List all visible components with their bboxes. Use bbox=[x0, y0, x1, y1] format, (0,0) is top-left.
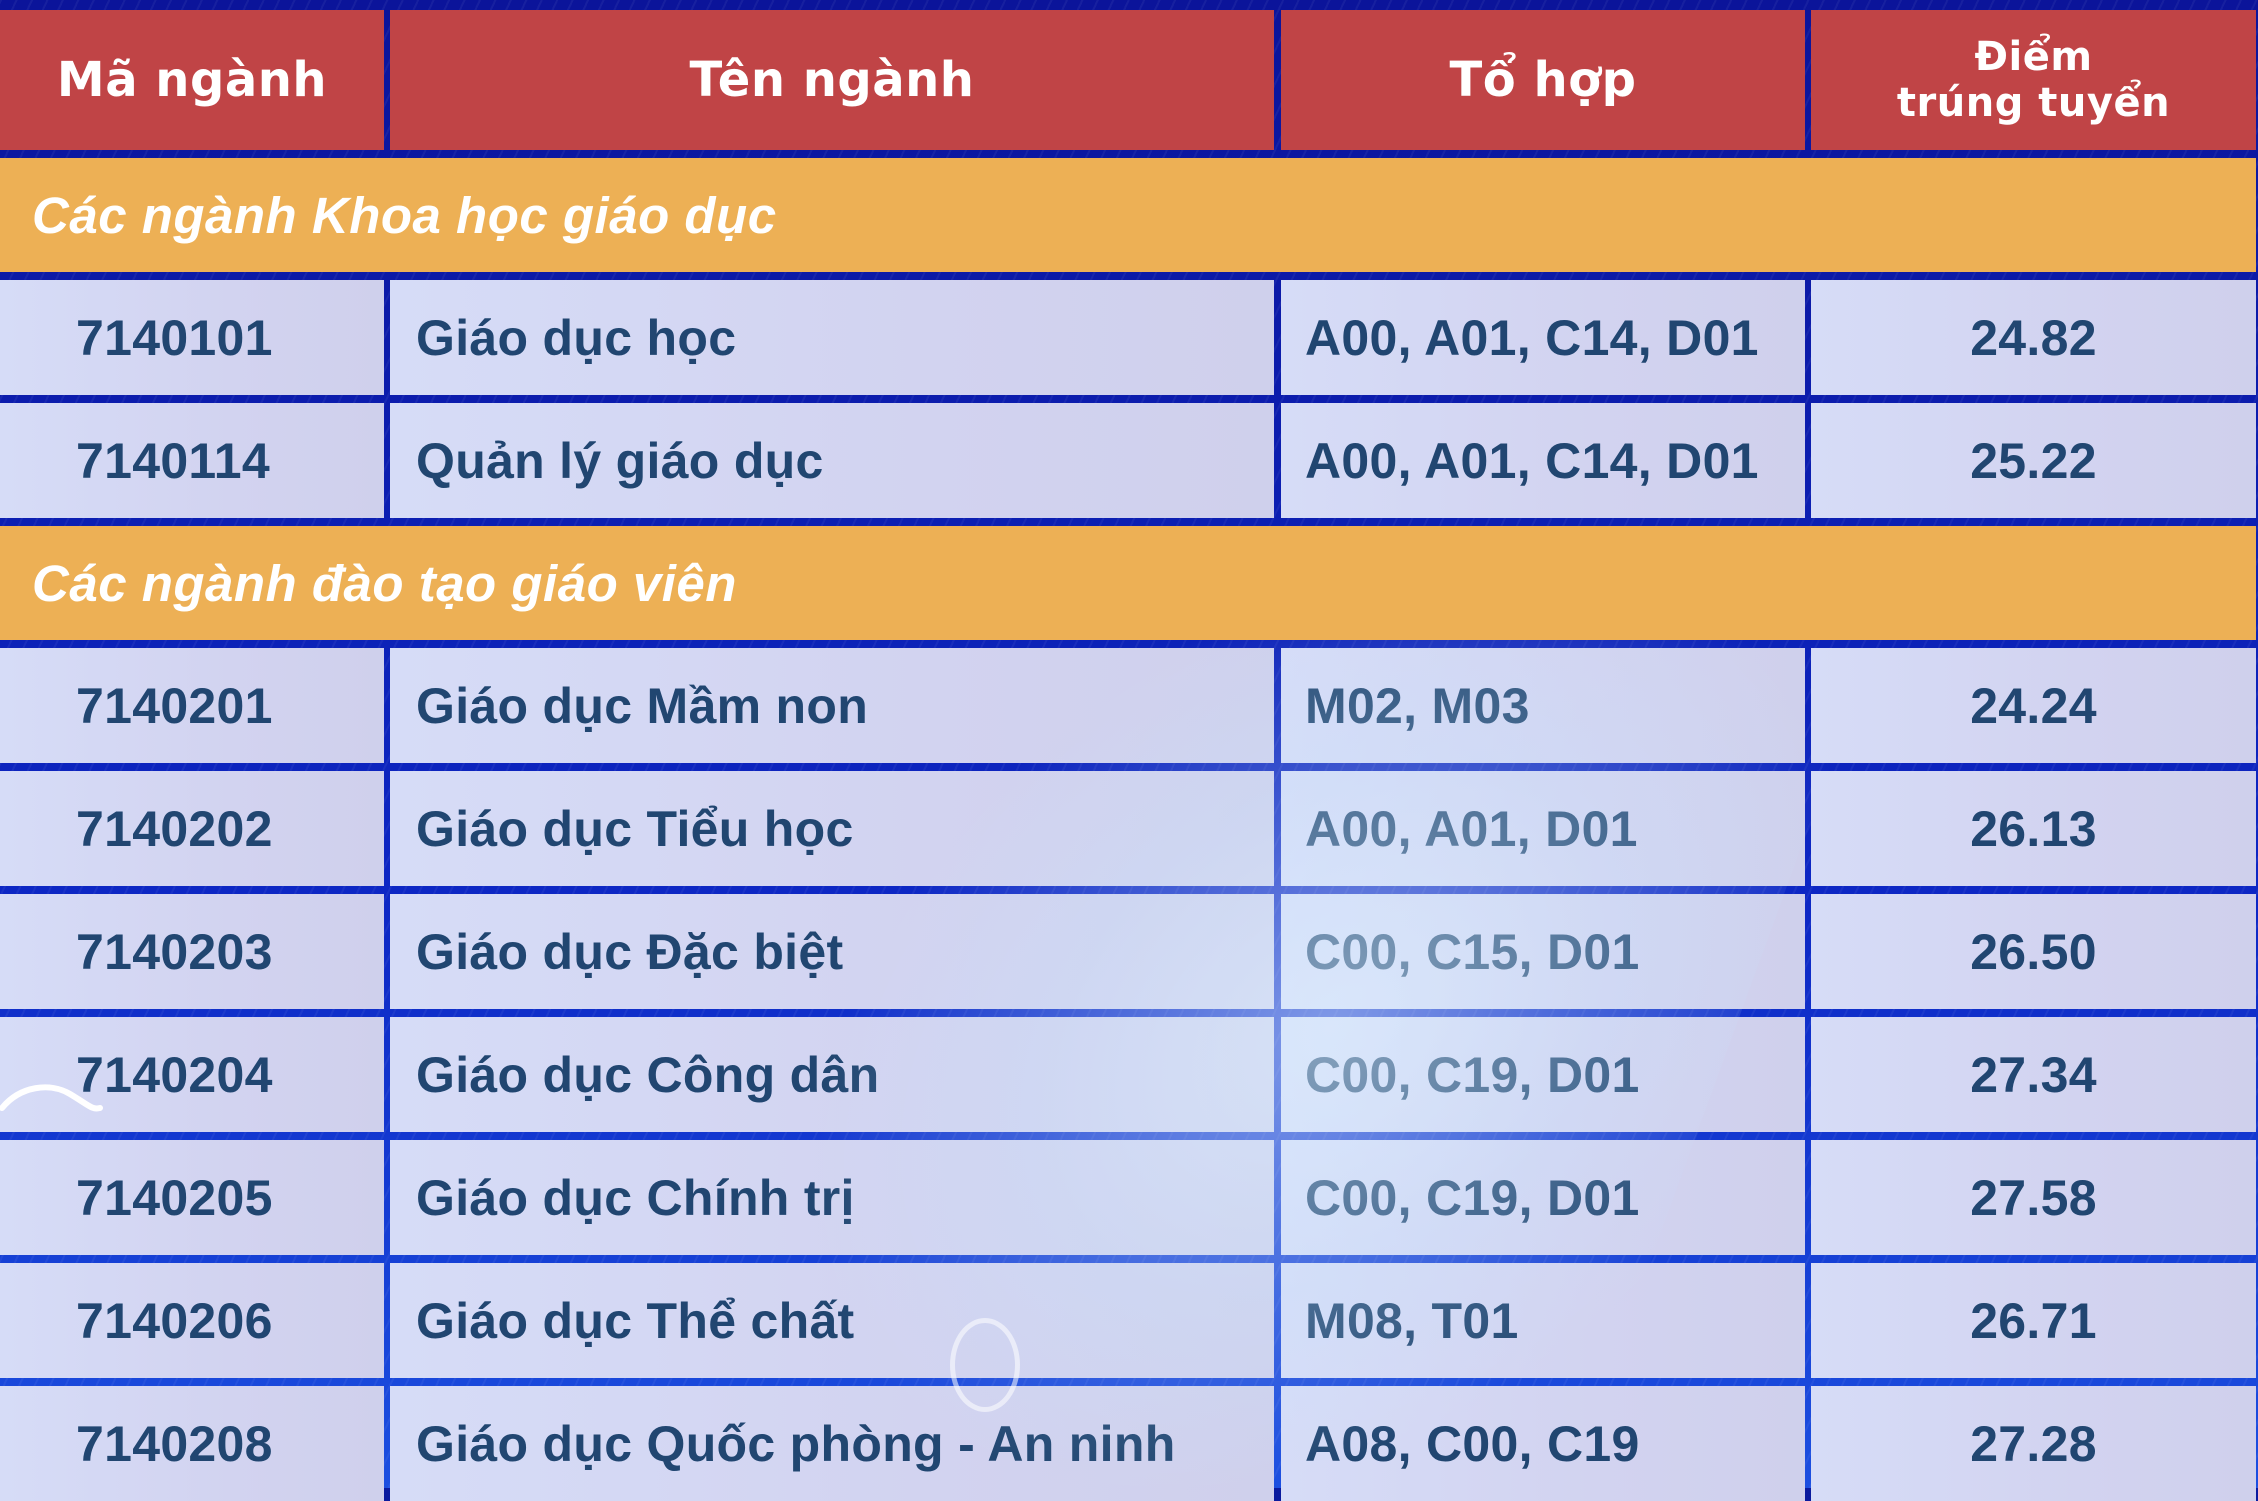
name-value: Giáo dục học bbox=[416, 309, 737, 366]
code-value: 7140203 bbox=[76, 923, 273, 980]
score-value: 24.24 bbox=[1970, 677, 2097, 734]
combo-value: C00, C19, D01 bbox=[1305, 1169, 1640, 1226]
header-code-label: Mã ngành bbox=[56, 52, 328, 108]
cell-score: 27.28 bbox=[1811, 1386, 2256, 1501]
cell-combo: C00, C15, D01 bbox=[1281, 894, 1805, 1009]
cell-score: 27.34 bbox=[1811, 1017, 2256, 1132]
header-score-line1: Điểm bbox=[1974, 34, 2093, 80]
cell-name: Giáo dục Mầm non bbox=[390, 648, 1274, 763]
cell-score: 25.22 bbox=[1811, 403, 2256, 518]
name-value: Giáo dục Thể chất bbox=[416, 1292, 855, 1349]
header-combo: Tổ hợp bbox=[1281, 10, 1805, 150]
cell-score: 24.24 bbox=[1811, 648, 2256, 763]
combo-value: A00, A01, C14, D01 bbox=[1305, 309, 1759, 366]
group-title-band: Các ngành Khoa học giáo dục bbox=[0, 158, 2256, 272]
combo-value: A08, C00, C19 bbox=[1305, 1415, 1640, 1472]
combo-value: C00, C15, D01 bbox=[1305, 923, 1640, 980]
cell-score: 24.82 bbox=[1811, 280, 2256, 395]
header-score-line2: trúng tuyển bbox=[1896, 80, 2171, 126]
group-title-band: Các ngành đào tạo giáo viên bbox=[0, 526, 2256, 640]
header-code: Mã ngành bbox=[0, 10, 384, 150]
score-value: 24.82 bbox=[1970, 309, 2097, 366]
admission-score-table: Mã ngành Tên ngành Tổ hợp Điểm trúng tuy… bbox=[0, 0, 2258, 1501]
name-value: Giáo dục Tiểu học bbox=[416, 800, 854, 857]
code-value: 7140204 bbox=[76, 1046, 273, 1103]
cell-code: 7140204 bbox=[0, 1017, 384, 1132]
name-value: Giáo dục Công dân bbox=[416, 1046, 880, 1103]
cell-combo: A00, A01, C14, D01 bbox=[1281, 403, 1805, 518]
code-value: 7140201 bbox=[76, 677, 273, 734]
cell-name: Giáo dục Đặc biệt bbox=[390, 894, 1274, 1009]
cell-combo: C00, C19, D01 bbox=[1281, 1017, 1805, 1132]
cell-combo: A00, A01, D01 bbox=[1281, 771, 1805, 886]
cell-name: Giáo dục Công dân bbox=[390, 1017, 1274, 1132]
cell-score: 26.13 bbox=[1811, 771, 2256, 886]
name-value: Quản lý giáo dục bbox=[416, 432, 824, 489]
cell-code: 7140208 bbox=[0, 1386, 384, 1501]
name-value: Giáo dục Mầm non bbox=[416, 677, 869, 734]
cell-code: 7140205 bbox=[0, 1140, 384, 1255]
header-name-label: Tên ngành bbox=[689, 52, 975, 108]
score-value: 27.28 bbox=[1970, 1415, 2097, 1472]
cell-combo: M08, T01 bbox=[1281, 1263, 1805, 1378]
combo-value: C00, C19, D01 bbox=[1305, 1046, 1640, 1103]
code-value: 7140208 bbox=[76, 1415, 273, 1472]
cell-name: Giáo dục học bbox=[390, 280, 1274, 395]
code-value: 7140205 bbox=[76, 1169, 273, 1226]
cell-name: Giáo dục Thể chất bbox=[390, 1263, 1274, 1378]
header-combo-label: Tổ hợp bbox=[1449, 52, 1637, 108]
score-value: 26.13 bbox=[1970, 800, 2097, 857]
code-value: 7140101 bbox=[76, 309, 273, 366]
code-value: 7140202 bbox=[76, 800, 273, 857]
combo-value: A00, A01, D01 bbox=[1305, 800, 1638, 857]
score-value: 26.50 bbox=[1970, 923, 2097, 980]
score-value: 26.71 bbox=[1970, 1292, 2097, 1349]
name-value: Giáo dục Chính trị bbox=[416, 1169, 855, 1226]
group-title: Các ngành đào tạo giáo viên bbox=[32, 554, 737, 612]
cell-code: 7140202 bbox=[0, 771, 384, 886]
name-value: Giáo dục Đặc biệt bbox=[416, 923, 844, 980]
cell-name: Giáo dục Tiểu học bbox=[390, 771, 1274, 886]
header-name: Tên ngành bbox=[390, 10, 1274, 150]
combo-value: M08, T01 bbox=[1305, 1292, 1519, 1349]
combo-value: M02, M03 bbox=[1305, 677, 1530, 734]
cell-name: Giáo dục Chính trị bbox=[390, 1140, 1274, 1255]
cell-name: Quản lý giáo dục bbox=[390, 403, 1274, 518]
cell-combo: A08, C00, C19 bbox=[1281, 1386, 1805, 1501]
combo-value: A00, A01, C14, D01 bbox=[1305, 432, 1759, 489]
header-score: Điểm trúng tuyển bbox=[1811, 10, 2256, 150]
cell-code: 7140114 bbox=[0, 403, 384, 518]
code-value: 7140114 bbox=[76, 432, 270, 489]
score-value: 27.58 bbox=[1970, 1169, 2097, 1226]
cell-code: 7140201 bbox=[0, 648, 384, 763]
cell-name: Giáo dục Quốc phòng - An ninh bbox=[390, 1386, 1274, 1501]
cell-combo: C00, C19, D01 bbox=[1281, 1140, 1805, 1255]
cell-combo: A00, A01, C14, D01 bbox=[1281, 280, 1805, 395]
name-value: Giáo dục Quốc phòng - An ninh bbox=[416, 1415, 1176, 1472]
cell-code: 7140203 bbox=[0, 894, 384, 1009]
cell-code: 7140206 bbox=[0, 1263, 384, 1378]
score-value: 27.34 bbox=[1970, 1046, 2097, 1103]
group-title: Các ngành Khoa học giáo dục bbox=[32, 186, 777, 244]
score-value: 25.22 bbox=[1970, 432, 2097, 489]
cell-combo: M02, M03 bbox=[1281, 648, 1805, 763]
cell-code: 7140101 bbox=[0, 280, 384, 395]
code-value: 7140206 bbox=[76, 1292, 273, 1349]
cell-score: 27.58 bbox=[1811, 1140, 2256, 1255]
cell-score: 26.71 bbox=[1811, 1263, 2256, 1378]
cell-score: 26.50 bbox=[1811, 894, 2256, 1009]
